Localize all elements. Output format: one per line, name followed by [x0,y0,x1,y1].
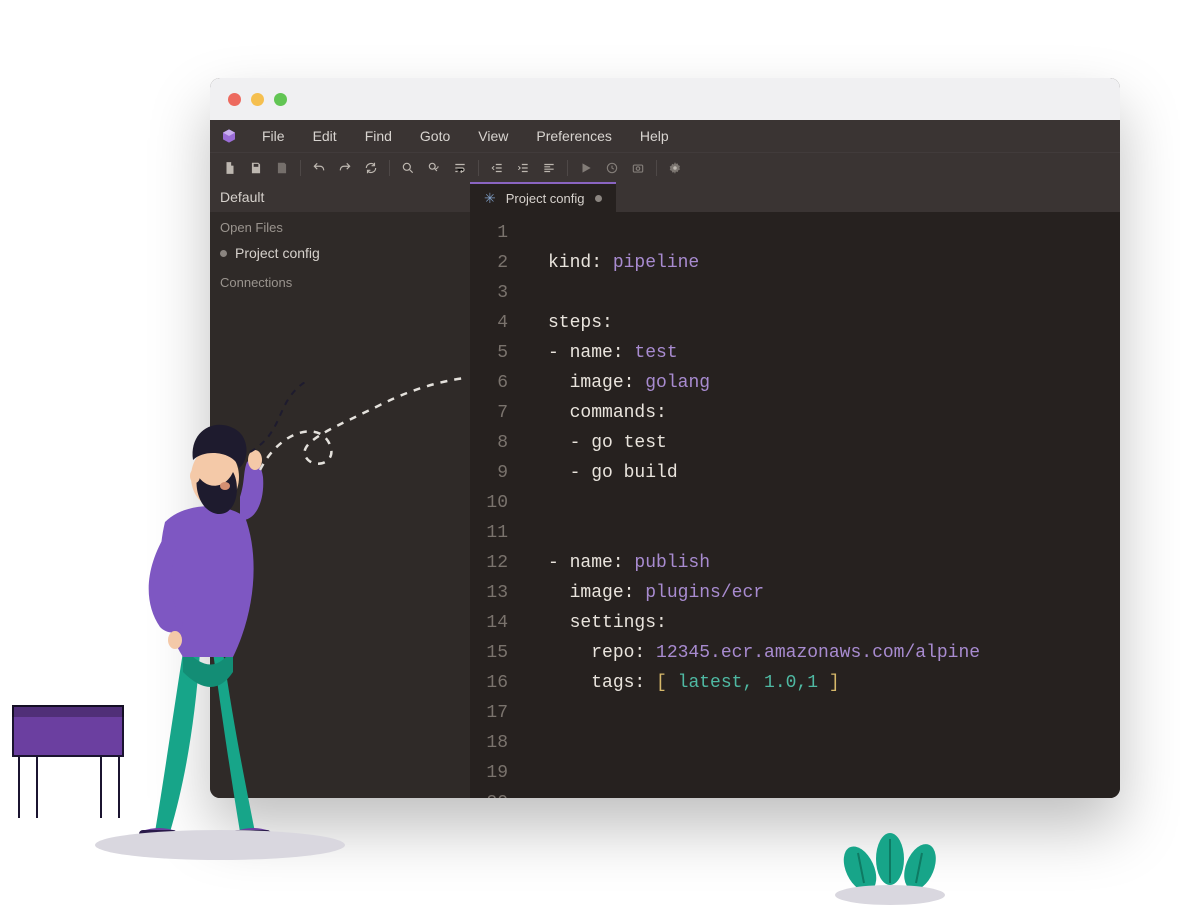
save-icon[interactable] [244,157,268,179]
code-line[interactable]: settings: [548,608,1120,638]
code-line[interactable]: steps: [548,308,1120,338]
toolbar [210,152,1120,182]
line-number: 14 [470,608,508,638]
line-gutter: 1234567891011121314151617181920 [470,218,518,798]
window-titlebar [210,78,1120,120]
line-number: 8 [470,428,508,458]
menu-edit[interactable]: Edit [299,122,351,150]
line-number: 3 [470,278,508,308]
settings-icon[interactable] [663,157,687,179]
snapshot-icon[interactable] [626,157,650,179]
line-number: 1 [470,218,508,248]
line-number: 4 [470,308,508,338]
code-line[interactable]: - name: publish [548,548,1120,578]
line-number: 2 [470,248,508,278]
code-line[interactable]: - go build [548,458,1120,488]
tabbar: ✳ Project config [470,182,1120,212]
code-line[interactable]: - name: test [548,338,1120,368]
code-line[interactable] [548,518,1120,548]
line-number: 18 [470,728,508,758]
undo-icon[interactable] [307,157,331,179]
save-all-icon[interactable] [270,157,294,179]
run-icon[interactable] [574,157,598,179]
asterisk-icon: ✳ [484,190,496,207]
dirty-dot-icon [220,250,227,257]
find-replace-icon[interactable] [422,157,446,179]
toolbar-separator [567,160,568,176]
indent-icon[interactable] [511,157,535,179]
menu-preferences[interactable]: Preferences [522,122,625,150]
history-icon[interactable] [600,157,624,179]
menu-find[interactable]: Find [351,122,406,150]
code-line[interactable]: image: plugins/ecr [548,578,1120,608]
search-icon[interactable] [396,157,420,179]
tab-project-config[interactable]: ✳ Project config [470,182,616,212]
toolbar-separator [300,160,301,176]
code-line[interactable] [548,728,1120,758]
code-line[interactable] [548,698,1120,728]
editor-pane: ✳ Project config 12345678910111213141516… [470,182,1120,798]
word-wrap-icon[interactable] [448,157,472,179]
outdent-icon[interactable] [485,157,509,179]
menu-help[interactable]: Help [626,122,683,150]
code-line[interactable]: kind: pipeline [548,248,1120,278]
sidebar-header[interactable]: Default [210,182,470,212]
sidebar-section-open-files: Open Files [210,212,470,239]
line-number: 16 [470,668,508,698]
code-line[interactable]: tags: [ latest, 1.0,1 ] [548,668,1120,698]
line-number: 20 [470,788,508,798]
line-number: 19 [470,758,508,788]
code-line[interactable]: commands: [548,398,1120,428]
sidebar-section-connections: Connections [210,267,470,294]
close-icon[interactable] [228,93,241,106]
tab-label: Project config [506,191,585,206]
line-number: 9 [470,458,508,488]
menu-view[interactable]: View [464,122,522,150]
menu-goto[interactable]: Goto [406,122,464,150]
sidebar-file-label: Project config [235,245,320,261]
minimize-icon[interactable] [251,93,264,106]
code-line[interactable] [548,758,1120,788]
line-number: 17 [470,698,508,728]
code-line[interactable]: repo: 12345.ecr.amazonaws.com/alpine [548,638,1120,668]
menubar: File Edit Find Goto View Preferences Hel… [210,120,1120,152]
redo-icon[interactable] [333,157,357,179]
toolbar-separator [478,160,479,176]
code-line[interactable]: - go test [548,428,1120,458]
decorative-plant [830,825,950,905]
code-text[interactable]: kind: pipeline steps:- name: test image:… [518,218,1120,798]
line-number: 13 [470,578,508,608]
line-number: 12 [470,548,508,578]
line-number: 10 [470,488,508,518]
line-number: 15 [470,638,508,668]
toolbar-separator [656,160,657,176]
toolbar-separator [389,160,390,176]
menu-file[interactable]: File [248,122,299,150]
new-file-icon[interactable] [218,157,242,179]
code-line[interactable]: image: golang [548,368,1120,398]
app-logo-icon [220,127,238,145]
code-line[interactable] [548,278,1120,308]
decorative-swirl [250,370,470,490]
line-number: 6 [470,368,508,398]
code-line[interactable] [548,788,1120,798]
dirty-dot-icon [595,195,602,202]
code-line[interactable] [548,218,1120,248]
align-left-icon[interactable] [537,157,561,179]
code-line[interactable] [548,488,1120,518]
sidebar-open-file[interactable]: Project config [210,239,470,267]
zoom-icon[interactable] [274,93,287,106]
line-number: 5 [470,338,508,368]
refresh-icon[interactable] [359,157,383,179]
line-number: 11 [470,518,508,548]
line-number: 7 [470,398,508,428]
code-editor[interactable]: 1234567891011121314151617181920 kind: pi… [470,212,1120,798]
